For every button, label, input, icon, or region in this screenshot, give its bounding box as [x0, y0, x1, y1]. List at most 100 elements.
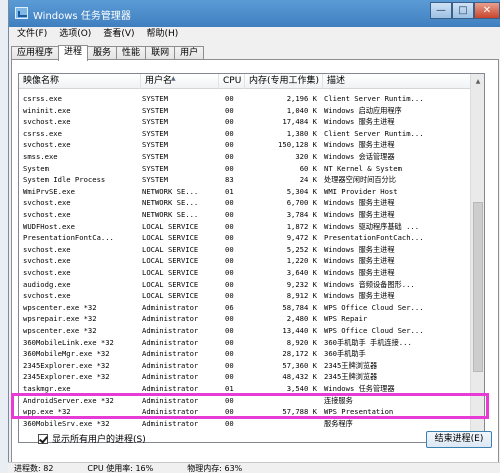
process-description: Windows 服务主进程 — [324, 291, 395, 301]
process-user: SYSTEM — [142, 94, 168, 103]
table-row[interactable]: svchost.exe SYSTEM 00 150,128 K Windows 服务主进… — [19, 139, 471, 151]
show-all-users-label: 显示所有用户的进程(S) — [52, 435, 146, 445]
table-row[interactable]: PresentationFontCa... LOCAL SERVICE 00 9,47… — [19, 232, 471, 244]
tab-networking[interactable]: 联网 — [145, 46, 176, 60]
table-row[interactable]: wininit.exe SYSTEM 00 1,040 K Windows 启动应用程序 — [19, 105, 471, 117]
process-memory: 150,128 K — [278, 140, 317, 150]
show-all-users-checkbox[interactable] — [38, 433, 48, 444]
column-header-memory[interactable]: 内存(专用工作集) — [245, 74, 323, 89]
process-user: SYSTEM — [142, 163, 168, 173]
process-description: Windows 服务主进程 — [324, 198, 395, 208]
table-row[interactable]: svchost.exe SYSTEM 00 17,484 K Windows 服务主进程 — [19, 116, 471, 128]
menu-help[interactable]: 帮助(H) — [147, 27, 179, 42]
process-memory: 1,380 K — [286, 128, 317, 138]
column-header-user[interactable]: 用户名 — [141, 74, 219, 89]
scroll-up-icon[interactable]: ▲ — [472, 75, 484, 87]
table-row[interactable]: 360MobileMgr.exe *32 Administrator 00 28,17… — [19, 348, 471, 360]
menu-view[interactable]: 查看(V) — [103, 27, 134, 42]
process-description: 360手机助手 — [324, 349, 366, 359]
wpp-highlight-box — [11, 393, 489, 419]
table-row[interactable]: wpscenter.exe *32 Administrator 00 13,440 K… — [19, 325, 471, 337]
process-cpu: 00 — [225, 360, 234, 370]
process-cpu: 00 — [225, 256, 234, 266]
process-cpu: 00 — [225, 279, 234, 289]
process-memory: 5,252 K — [286, 244, 317, 254]
table-row[interactable]: System SYSTEM 00 60 K NT Kernel & System — [19, 163, 471, 175]
process-memory: 5,304 K — [286, 186, 317, 196]
process-cpu: 00 — [225, 337, 234, 347]
tab-performance[interactable]: 性能 — [116, 46, 147, 60]
process-description: Windows 服务主进程 — [324, 244, 395, 254]
vertical-scrollbar[interactable]: ▲ ▼ — [470, 74, 484, 442]
process-description: Windows 服务主进程 — [324, 256, 395, 266]
process-name: System — [23, 163, 49, 173]
table-row[interactable]: 2345Explorer.exe *32 Administrator 00 57,36… — [19, 360, 471, 372]
table-row[interactable]: audiodg.exe LOCAL SERVICE 00 9,232 K Windows… — [19, 279, 471, 291]
process-list[interactable]: 映像名称 用户名 ▲ CPU 内存(专用工作集) 描述 csrss.exe SYS… — [18, 73, 485, 443]
table-row[interactable]: svchost.exe NETWORK SE... 00 6,700 K Windows… — [19, 197, 471, 209]
process-cpu: 00 — [225, 372, 234, 382]
menu-options[interactable]: 选项(O) — [59, 27, 91, 42]
process-user: SYSTEM — [142, 140, 168, 150]
table-row[interactable]: svchost.exe LOCAL SERVICE 00 3,640 K Windows… — [19, 267, 471, 279]
column-header-name[interactable]: 映像名称 — [19, 74, 141, 89]
process-memory: 1,040 K — [286, 105, 317, 115]
process-memory: 2,196 K — [286, 94, 317, 103]
tab-applications[interactable]: 应用程序 — [11, 46, 60, 60]
process-cpu: 00 — [225, 418, 234, 428]
process-user: SYSTEM — [142, 152, 168, 161]
close-button[interactable]: ✕ — [474, 2, 500, 19]
process-memory: 13,440 K — [282, 326, 317, 335]
table-row[interactable]: wpscenter.exe *32 Administrator 06 58,784 K… — [19, 302, 471, 314]
table-row[interactable]: wpsrepair.exe *32 Administrator 00 2,480 K W… — [19, 313, 471, 325]
table-row[interactable]: svchost.exe LOCAL SERVICE 00 8,912 K Windows… — [19, 290, 471, 302]
scroll-thumb[interactable] — [473, 202, 483, 372]
process-cpu: 00 — [225, 152, 234, 161]
tab-services[interactable]: 服务 — [87, 46, 118, 60]
process-cpu: 00 — [225, 221, 234, 231]
table-row[interactable]: svchost.exe LOCAL SERVICE 00 1,220 K Windows… — [19, 255, 471, 267]
process-cpu: 00 — [225, 244, 234, 254]
maximize-button[interactable]: □ — [452, 2, 474, 19]
process-name: svchost.exe — [23, 117, 71, 127]
process-memory: 24 K — [299, 175, 317, 185]
process-user: SYSTEM — [142, 128, 168, 138]
table-row[interactable]: 360MobileSrv.exe *32 Administrator 00 服务程序 — [19, 418, 471, 430]
minimize-button[interactable]: — — [430, 2, 452, 19]
table-row[interactable]: svchost.exe NETWORK SE... 00 3,784 K Windows… — [19, 209, 471, 221]
process-user: NETWORK SE... — [142, 198, 199, 208]
table-row[interactable]: csrss.exe SYSTEM 00 2,196 K Client Server Ru… — [19, 93, 471, 105]
tab-users[interactable]: 用户 — [174, 46, 205, 60]
process-cpu: 00 — [225, 326, 234, 335]
process-description: Windows 启动应用程序 — [324, 105, 402, 115]
process-user: LOCAL SERVICE — [142, 256, 199, 266]
process-memory: 28,172 K — [282, 349, 317, 359]
process-name: wininit.exe — [23, 105, 71, 115]
title-bar[interactable]: Windows 任务管理器 — □ ✕ — [9, 0, 500, 27]
window-title: Windows 任务管理器 — [33, 11, 131, 22]
process-cpu: 00 — [225, 117, 234, 127]
process-name: svchost.exe — [23, 256, 71, 266]
process-description: WMI Provider Host — [324, 186, 398, 196]
process-name: WmiPrvSE.exe — [23, 186, 75, 196]
end-process-button[interactable]: 结束进程(E) — [426, 431, 492, 448]
table-row[interactable]: 360MobileLink.exe *32 Administrator 00 8,92… — [19, 337, 471, 349]
process-cpu: 83 — [225, 175, 234, 185]
table-row[interactable]: csrss.exe SYSTEM 00 1,380 K Client Server Ru… — [19, 128, 471, 140]
column-header-description[interactable]: 描述 — [323, 74, 471, 89]
process-cpu: 00 — [225, 210, 234, 219]
table-row[interactable]: WUDFHost.exe LOCAL SERVICE 00 1,872 K Window… — [19, 221, 471, 233]
tab-processes[interactable]: 进程 — [58, 45, 89, 61]
table-row[interactable]: smss.exe SYSTEM 00 320 K Windows 会话管理器 — [19, 151, 471, 163]
process-description: WPS Repair — [324, 314, 368, 324]
table-row[interactable]: System Idle Process SYSTEM 83 24 K 处理器空闲时间百分… — [19, 174, 471, 186]
process-description: Windows 驱动程序基础 ... — [324, 221, 420, 231]
table-row[interactable]: WmiPrvSE.exe NETWORK SE... 01 5,304 K WMI Pr… — [19, 186, 471, 198]
process-cpu: 00 — [225, 314, 234, 324]
table-row[interactable]: svchost.exe LOCAL SERVICE 00 5,252 K Windows… — [19, 244, 471, 256]
menu-file[interactable]: 文件(F) — [17, 27, 47, 42]
column-header-cpu[interactable]: CPU — [219, 74, 245, 89]
show-all-users-option[interactable]: 显示所有用户的进程(S) — [38, 432, 146, 445]
table-row[interactable]: 2345Explorer.exe *32 Administrator 00 48,43… — [19, 371, 471, 383]
status-process-count: 进程数: 82 — [14, 464, 54, 473]
